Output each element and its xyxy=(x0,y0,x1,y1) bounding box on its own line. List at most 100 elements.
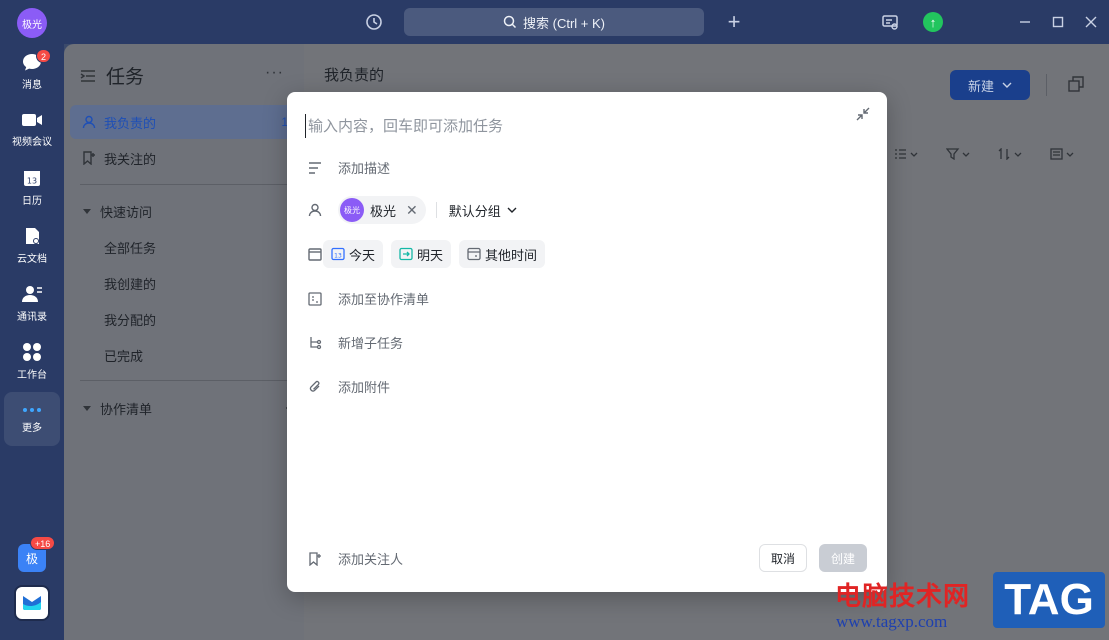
group-select[interactable]: 默认分组 xyxy=(449,201,517,220)
calendar-other-icon xyxy=(467,247,481,261)
nav-item-more[interactable]: 更多 xyxy=(4,392,60,446)
add-to-list-label: 添加至协作清单 xyxy=(338,292,430,307)
section-label: 协作清单 xyxy=(100,401,153,417)
sidebar-item-completed[interactable]: 已完成 xyxy=(104,338,143,372)
view-icon[interactable] xyxy=(1050,148,1076,160)
add-attachment-row[interactable]: 添加附件 xyxy=(307,377,390,396)
collapse-icon[interactable] xyxy=(855,106,871,122)
left-nav: 消息 2 视频会议 13 日历 云文档 通讯录 工作台 更多 极 +16 xyxy=(0,44,64,640)
due-date-row: 13 今天 明天 其他时间 xyxy=(307,240,553,268)
date-label: 明天 xyxy=(417,247,444,263)
sidebar-item-mine[interactable]: 我负责的 1 xyxy=(70,105,298,139)
add-description-label: 添加描述 xyxy=(338,161,391,176)
user-avatar[interactable]: 极光 xyxy=(17,8,47,38)
date-label: 其他时间 xyxy=(485,247,538,263)
nav-item-calendar[interactable]: 13 日历 xyxy=(4,160,60,214)
page-title: 我负责的 xyxy=(324,67,385,84)
date-tomorrow-button[interactable]: 明天 xyxy=(391,240,452,268)
popout-icon[interactable] xyxy=(1068,76,1084,95)
person-icon xyxy=(82,115,96,129)
add-subtask-label: 新增子任务 xyxy=(338,336,404,351)
create-button[interactable]: 创建 xyxy=(819,544,867,572)
nav-label: 云文档 xyxy=(17,253,47,265)
nav-item-messages[interactable]: 消息 2 xyxy=(4,44,60,98)
nav-label: 视频会议 xyxy=(12,136,52,148)
paperclip-icon xyxy=(307,379,323,395)
new-task-button[interactable]: 新建 xyxy=(950,70,1030,100)
close-icon[interactable] xyxy=(1079,10,1103,34)
filter-icon[interactable] xyxy=(946,148,972,160)
watermark-url: www.tagxp.com xyxy=(836,612,948,631)
assignee-row: 极光 极光 ✕ 默认分组 xyxy=(307,196,517,224)
svg-text:13: 13 xyxy=(334,253,342,260)
nav-label: 日历 xyxy=(22,195,42,207)
list-icon xyxy=(307,291,323,307)
section-label: 快速访问 xyxy=(100,204,153,220)
nav-item-cloud-docs[interactable]: 云文档 xyxy=(4,218,60,272)
calendar-icon: 13 xyxy=(24,170,40,186)
tasks-header: 任务 xyxy=(80,62,144,89)
add-subtask-row[interactable]: 新增子任务 xyxy=(307,333,403,352)
sidebar-item-all-tasks[interactable]: 全部任务 xyxy=(104,230,156,264)
sidebar-item-followed[interactable]: 我关注的 xyxy=(70,141,298,175)
sidebar-item-label: 我负责的 xyxy=(104,115,157,131)
collapse-sidebar-icon[interactable] xyxy=(80,69,96,83)
collab-list-header[interactable]: 协作清单 xyxy=(70,391,298,425)
add-follower-row[interactable]: 添加关注人 xyxy=(307,549,403,568)
follow-icon xyxy=(83,151,95,165)
nav-label: 通讯录 xyxy=(17,311,47,323)
assignee-name: 极光 xyxy=(370,203,397,219)
upgrade-icon[interactable]: ↑ xyxy=(921,10,945,34)
follow-icon xyxy=(307,551,323,567)
caret-down-icon xyxy=(83,209,91,214)
history-icon[interactable] xyxy=(362,10,386,34)
minimize-icon[interactable] xyxy=(1013,10,1037,34)
nav-label: 工作台 xyxy=(17,369,47,381)
search-box[interactable]: 搜索 (Ctrl + K) xyxy=(404,8,704,36)
calendar-tomorrow-icon xyxy=(399,247,413,261)
divider xyxy=(80,184,288,185)
watermark-text: 电脑技术网 xyxy=(835,582,971,612)
add-icon[interactable]: + xyxy=(722,9,746,34)
text-lines-icon xyxy=(307,160,323,176)
add-to-list-row[interactable]: 添加至协作清单 xyxy=(307,289,429,308)
tasks-title: 任务 xyxy=(106,67,145,88)
remove-assignee-icon[interactable]: ✕ xyxy=(406,202,418,219)
nav-item-workbench[interactable]: 工作台 xyxy=(4,334,60,388)
divider xyxy=(1046,74,1047,96)
app-logo-icon xyxy=(23,596,41,610)
sidebar-item-created[interactable]: 我创建的 xyxy=(104,266,156,300)
group-label: 默认分组 xyxy=(448,203,501,219)
date-today-button[interactable]: 13 今天 xyxy=(323,240,384,268)
nav-item-contacts[interactable]: 通讯录 xyxy=(4,276,60,330)
cancel-button[interactable]: 取消 xyxy=(759,544,807,572)
nav-item-video-meeting[interactable]: 视频会议 xyxy=(4,102,60,156)
app-shortcut[interactable]: 极 +16 xyxy=(18,536,56,572)
app-logo[interactable] xyxy=(14,585,50,621)
title-bar: 极光 搜索 (Ctrl + K) + ↑ xyxy=(0,0,1109,44)
assignee-chip[interactable]: 极光 极光 ✕ xyxy=(338,196,426,224)
subtask-icon xyxy=(307,335,323,351)
app-shortcut-label: 极 xyxy=(25,551,38,566)
sidebar-item-assigned[interactable]: 我分配的 xyxy=(104,302,156,336)
sort-icon[interactable] xyxy=(998,148,1024,160)
tasks-sidebar: 任务 ··· 我负责的 1 我关注的 快速访问 全部任务 我创建的 我分配的 已… xyxy=(64,44,304,640)
more-options-icon[interactable]: ··· xyxy=(265,64,284,82)
toolbar-icons xyxy=(894,148,1076,160)
task-title-input[interactable] xyxy=(305,114,825,138)
date-label: 今天 xyxy=(349,247,376,263)
notification-settings-icon[interactable] xyxy=(878,10,902,34)
add-follower-label: 添加关注人 xyxy=(338,552,404,567)
search-label: 搜索 (Ctrl + K) xyxy=(523,15,605,31)
description-row[interactable]: 添加描述 xyxy=(307,158,390,177)
add-attachment-label: 添加附件 xyxy=(338,380,391,395)
quick-access-header[interactable]: 快速访问 xyxy=(70,194,298,228)
caret-down-icon xyxy=(83,406,91,411)
fields-icon[interactable] xyxy=(894,148,920,160)
date-other-button[interactable]: 其他时间 xyxy=(459,240,546,268)
search-icon xyxy=(503,15,517,29)
nav-label: 更多 xyxy=(22,422,42,434)
nav-label: 消息 xyxy=(22,79,42,91)
maximize-icon[interactable] xyxy=(1046,10,1070,34)
svg-text:13: 13 xyxy=(27,176,37,185)
